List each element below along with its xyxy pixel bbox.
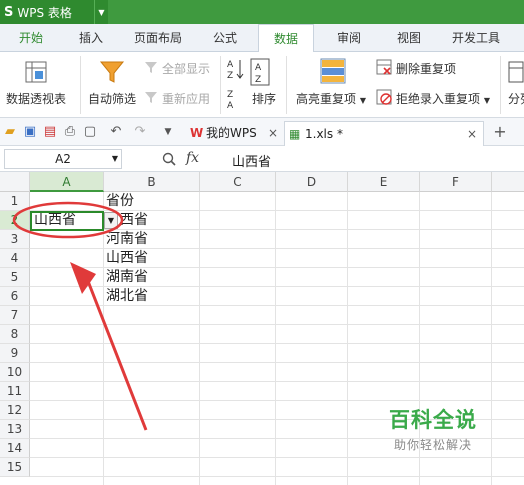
svg-text:A: A <box>227 101 234 110</box>
tab-home[interactable]: 开始 <box>6 24 56 52</box>
title-bar: S WPS 表格 ▼ <box>0 0 524 24</box>
chevron-down-icon[interactable]: ▼ <box>160 124 176 140</box>
tab-insert[interactable]: 插入 <box>66 24 116 52</box>
reject-duplicates-icon <box>376 89 392 108</box>
split-columns-button[interactable]: 分列 <box>508 90 524 107</box>
function-icon[interactable]: fx <box>186 150 199 166</box>
name-box-value: A2 <box>55 152 71 166</box>
watermark-title: 百科全说 <box>389 408 477 432</box>
formula-input[interactable]: 山西省 <box>232 151 271 170</box>
spreadsheet-file-icon: ▦ <box>289 127 301 141</box>
redo-icon[interactable]: ↷ <box>132 124 148 140</box>
sort-button[interactable]: 排序 <box>252 90 276 107</box>
open-folder-icon[interactable]: ▰ <box>2 124 18 140</box>
sort-icon[interactable]: AZ <box>250 58 270 91</box>
annotation-arrow-shaft <box>84 275 148 431</box>
split-columns-icon[interactable] <box>508 60 524 87</box>
chevron-down-icon[interactable]: ▼ <box>94 0 108 24</box>
ribbon-divider <box>286 56 287 114</box>
app-menu-button[interactable]: S WPS 表格 <box>0 0 94 24</box>
chevron-down-icon[interactable]: ▼ <box>112 150 118 168</box>
sort-ascending-icon[interactable]: AZ <box>226 58 246 83</box>
highlight-ellipse <box>12 201 124 239</box>
undo-icon[interactable]: ↶ <box>108 124 124 140</box>
delete-duplicates-button[interactable]: 删除重复项 <box>396 60 456 77</box>
export-pdf-icon[interactable]: ▤ <box>42 124 58 140</box>
wps-logo-icon: W <box>190 126 204 140</box>
tab-my-wps-label: 我的WPS <box>206 126 257 140</box>
chevron-down-icon: ▼ <box>359 96 366 105</box>
tab-document-label: 1.xls * <box>305 127 343 141</box>
tab-data[interactable]: 数据 <box>258 24 314 53</box>
reapply-button[interactable]: 重新应用 <box>162 90 210 107</box>
watermark: 百科全说 助你轻松解决 <box>366 404 500 460</box>
name-box[interactable]: A2 ▼ <box>4 149 122 169</box>
close-icon[interactable]: × <box>268 121 278 145</box>
tab-developer[interactable]: 开发工具 <box>444 24 508 52</box>
tab-formulas[interactable]: 公式 <box>200 24 250 52</box>
spreadsheet-grid[interactable]: A B C D E F 1 2 3 4 5 6 7 8 9 10 11 12 1… <box>0 172 524 485</box>
pivot-table-icon[interactable] <box>24 60 48 87</box>
filter-icon[interactable] <box>98 58 126 89</box>
highlight-duplicates-icon[interactable] <box>320 58 346 87</box>
print-preview-icon[interactable]: ▢ <box>82 124 98 140</box>
save-icon[interactable]: ▣ <box>22 124 38 140</box>
print-icon[interactable]: ⎙ <box>62 124 78 140</box>
watermark-subtitle: 助你轻松解决 <box>393 438 472 452</box>
new-tab-icon[interactable]: + <box>492 124 508 140</box>
show-all-button[interactable]: 全部显示 <box>162 60 210 77</box>
svg-text:Z: Z <box>227 71 233 80</box>
app-title: WPS 表格 <box>17 5 72 20</box>
ribbon-divider <box>80 56 81 114</box>
tab-view[interactable]: 视图 <box>384 24 434 52</box>
delete-duplicates-icon <box>376 59 392 78</box>
wps-window: S WPS 表格 ▼ 开始 插入 页面布局 公式 数据 审阅 视图 开发工具 数… <box>0 0 524 485</box>
svg-text:Z: Z <box>227 90 233 100</box>
formula-bar: A2 ▼ fx 山西省 <box>0 146 524 172</box>
svg-text:A: A <box>227 60 234 70</box>
svg-text:A: A <box>255 63 262 73</box>
show-all-icon <box>144 60 158 77</box>
tab-page-layout[interactable]: 页面布局 <box>126 24 190 52</box>
zoom-icon[interactable] <box>162 152 176 169</box>
svg-text:Z: Z <box>255 75 261 85</box>
tab-document-1[interactable]: ▦ 1.xls * × <box>284 121 484 146</box>
ribbon-data: 数据透视表 自动筛选 全部显示 重新应用 AZ AZ ZA 排序 高亮重复项 ▼… <box>0 52 524 118</box>
pivot-table-button[interactable]: 数据透视表 <box>6 90 66 107</box>
ribbon-divider <box>220 56 221 114</box>
reject-duplicates-button[interactable]: 拒绝录入重复项 ▼ <box>396 90 490 107</box>
quick-access-bar: ▰ ▣ ▤ ⎙ ▢ ↶ ↷ ▼ W 我的WPS × ▦ 1.xls * × + <box>0 118 524 146</box>
ribbon-divider <box>500 56 501 114</box>
sort-descending-icon[interactable]: ZA <box>226 88 246 113</box>
ribbon-tabs: 开始 插入 页面布局 公式 数据 审阅 视图 开发工具 <box>0 24 524 53</box>
close-icon[interactable]: × <box>467 122 477 146</box>
highlight-duplicates-button[interactable]: 高亮重复项 ▼ <box>296 90 366 107</box>
tab-my-wps[interactable]: W 我的WPS × <box>186 121 282 146</box>
reapply-icon <box>144 90 158 107</box>
tab-review[interactable]: 审阅 <box>324 24 374 52</box>
auto-filter-button[interactable]: 自动筛选 <box>88 90 136 107</box>
chevron-down-icon: ▼ <box>483 96 490 105</box>
wps-logo-icon: S <box>4 4 14 20</box>
